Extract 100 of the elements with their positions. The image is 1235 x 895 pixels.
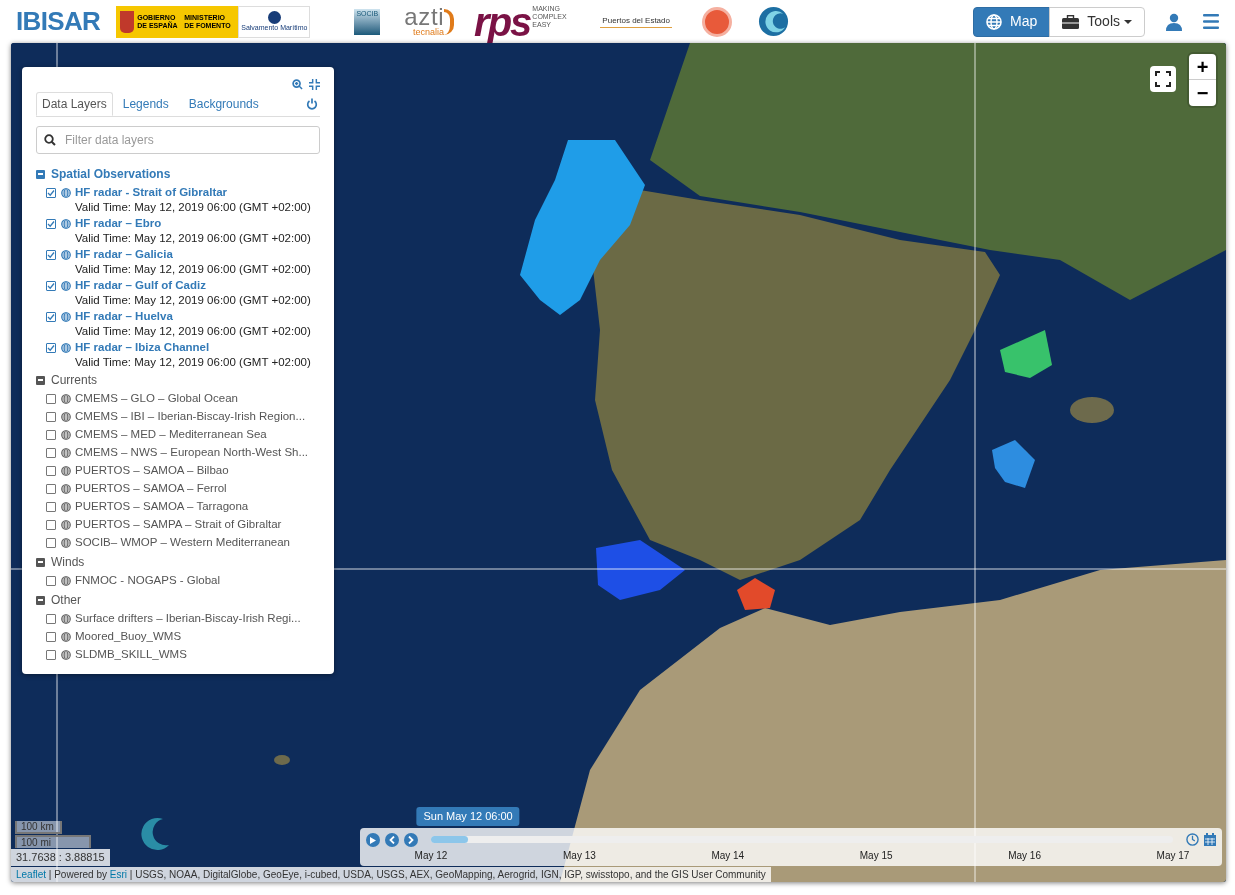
valid-time-text: Valid Time: May 12, 2019 06:00 (GMT +02:00) <box>74 262 312 277</box>
wave-logo-icon <box>757 6 789 37</box>
panel-tab[interactable]: Legends <box>117 92 174 116</box>
valid-time-text: Valid Time: May 12, 2019 06:00 (GMT +02:00) <box>74 293 312 308</box>
coordinates-readout: 31.7638 : 3.88815 <box>11 849 110 866</box>
globe-icon <box>986 13 1003 30</box>
globe-icon <box>61 502 71 512</box>
time-tooltip: Sun May 12 06:00 <box>416 807 520 826</box>
checkbox[interactable] <box>46 466 56 476</box>
layer-label[interactable]: HF radar – Galicia <box>75 245 173 264</box>
checkbox[interactable] <box>46 249 56 260</box>
logo-text: tecnalia <box>413 28 445 37</box>
search-icon <box>44 134 56 146</box>
checkbox[interactable] <box>46 448 56 458</box>
layer-label[interactable]: PUERTOS – SAMOA – Tarragona <box>75 498 249 516</box>
layer-label[interactable]: CMEMS – IBI – Iberian-Biscay-Irish Region... <box>75 408 306 426</box>
layer-label[interactable]: HF radar – Ebro <box>75 214 162 233</box>
checkbox[interactable] <box>46 412 56 422</box>
next-button[interactable] <box>404 833 418 847</box>
layer-label[interactable]: HF radar – Gulf of Cadiz <box>75 276 206 295</box>
checkbox[interactable] <box>46 576 56 586</box>
layer-label[interactable]: Surface drifters – Iberian-Biscay-Irish Regi... <box>75 610 301 628</box>
menu-icon[interactable] <box>1203 14 1219 29</box>
valid-time-text: Valid Time: May 12, 2019 06:00 (GMT +02:00) <box>74 355 312 370</box>
attribution-link[interactable]: Leaflet <box>16 869 47 880</box>
globe-icon <box>61 614 71 624</box>
globe-icon <box>61 520 71 530</box>
map-button[interactable]: Map <box>973 6 1051 37</box>
brand-logo-text: IBISAR <box>16 5 101 38</box>
checkbox[interactable] <box>46 187 56 198</box>
valid-time-text: Valid Time: May 12, 2019 06:00 (GMT +02:00) <box>74 231 312 246</box>
briefcase-icon <box>1062 14 1080 29</box>
group-heading[interactable]: Other <box>51 591 81 609</box>
collapse-toggle-icon[interactable] <box>36 375 45 385</box>
layer-label[interactable]: SOCIB– WMOP – Western Mediterranean <box>75 534 290 552</box>
checkbox[interactable] <box>46 520 56 530</box>
checkbox[interactable] <box>46 394 56 404</box>
fullscreen-button[interactable] <box>1150 66 1176 92</box>
user-icon[interactable] <box>1165 12 1183 31</box>
checkbox[interactable] <box>46 632 56 642</box>
panel-tab[interactable]: Data Layers <box>36 92 113 116</box>
layer-label[interactable]: HF radar - Strait of Gibraltar <box>75 183 228 202</box>
layer-label[interactable]: PUERTOS – SAMOA – Bilbao <box>75 462 229 480</box>
checkbox[interactable] <box>46 430 56 440</box>
scale-bar: 100 km <box>15 821 62 834</box>
layer-label[interactable]: PUERTOS – SAMPA – Strait of Gibraltar <box>75 516 282 534</box>
globe-icon <box>61 394 71 404</box>
layer-label[interactable]: CMEMS – NWS – European North-West Sh... <box>75 444 309 462</box>
checkbox[interactable] <box>46 311 56 322</box>
timeline-tick-label: May 14 <box>710 849 746 863</box>
group-heading[interactable]: Winds <box>51 553 85 571</box>
collapse-toggle-icon[interactable] <box>36 169 45 179</box>
filter-field[interactable]: Filter data layers <box>36 126 320 154</box>
power-icon[interactable] <box>306 98 318 110</box>
previous-button[interactable] <box>385 833 399 847</box>
globe-icon <box>61 538 71 548</box>
collapse-icon[interactable] <box>309 79 320 90</box>
collapse-toggle-icon[interactable] <box>36 557 45 567</box>
timeline-tick-label: May 12 <box>413 849 449 863</box>
attribution-text: | Powered by <box>47 869 108 880</box>
layer-label[interactable]: HF radar – Huelva <box>75 307 173 326</box>
globe-icon <box>61 430 71 440</box>
checkbox[interactable] <box>46 280 56 291</box>
zoom-in-icon[interactable] <box>292 79 303 90</box>
checkbox[interactable] <box>46 502 56 512</box>
checkbox[interactable] <box>46 538 56 548</box>
globe-icon <box>61 280 71 291</box>
group-heading[interactable]: Spatial Observations <box>51 165 171 183</box>
globe-icon <box>61 249 71 260</box>
checkbox[interactable] <box>46 484 56 494</box>
checkbox[interactable] <box>46 342 56 353</box>
layer-label[interactable]: PUERTOS – SAMOA – Ferrol <box>75 480 227 498</box>
layer-label[interactable]: Moored_Buoy_WMS <box>75 628 182 646</box>
globe-icon <box>61 311 71 322</box>
globe-icon <box>61 187 71 198</box>
zoom-in-button[interactable]: + <box>1189 54 1216 80</box>
puertos-logo: Puertos del Estado <box>600 15 672 28</box>
layer-label[interactable]: CMEMS – MED – Mediterranean Sea <box>75 426 267 444</box>
layer-label[interactable]: FNMOC - NOGAPS - Global <box>75 572 221 590</box>
globe-icon <box>61 218 71 229</box>
valid-time-text: Valid Time: May 12, 2019 06:00 (GMT +02:00) <box>74 200 312 215</box>
globe-icon <box>61 576 71 586</box>
zoom-out-button[interactable]: − <box>1189 80 1216 106</box>
collapse-toggle-icon[interactable] <box>36 595 45 605</box>
play-button[interactable] <box>366 833 380 847</box>
layer-label[interactable]: HF radar – Ibiza Channel <box>75 338 210 357</box>
clock-icon[interactable] <box>1186 833 1199 846</box>
emblem-icon <box>267 11 281 24</box>
layer-label[interactable]: SLDMB_SKILL_WMS <box>75 646 187 664</box>
checkbox[interactable] <box>46 218 56 229</box>
chevron-right-icon <box>408 836 414 844</box>
panel-tab[interactable]: Backgrounds <box>183 92 264 116</box>
calendar-icon[interactable] <box>1204 833 1216 846</box>
tools-button[interactable]: Tools <box>1049 6 1145 37</box>
crest-icon <box>120 10 135 33</box>
layer-label[interactable]: CMEMS – GLO – Global Ocean <box>75 390 238 408</box>
chevron-left-icon <box>389 836 395 844</box>
checkbox[interactable] <box>46 614 56 624</box>
group-heading[interactable]: Currents <box>51 371 97 389</box>
checkbox[interactable] <box>46 650 56 660</box>
